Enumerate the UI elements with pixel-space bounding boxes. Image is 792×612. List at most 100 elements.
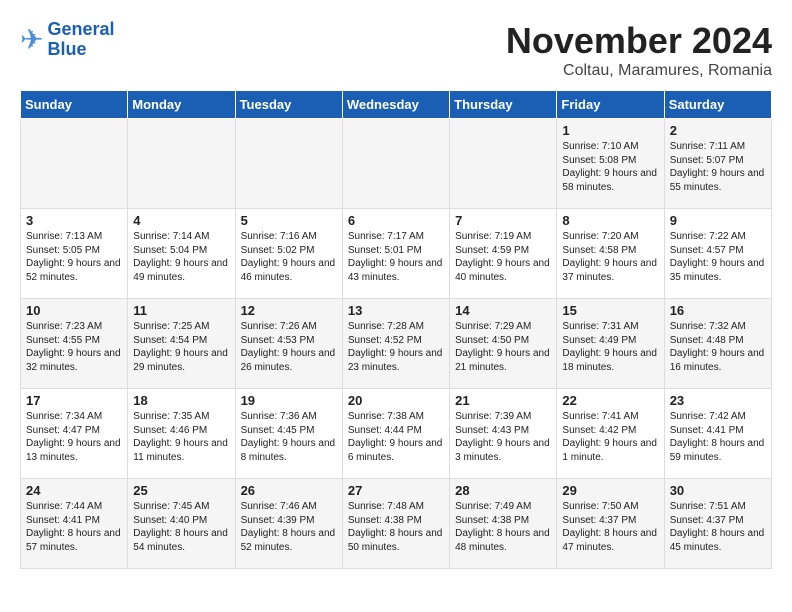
cell-info: Sunrise: 7:48 AMSunset: 4:38 PMDaylight:… [348,500,444,554]
calendar-cell: 25 Sunrise: 7:45 AMSunset: 4:40 PMDayligh… [128,479,235,569]
calendar-table: SundayMondayTuesdayWednesdayThursdayFrid… [20,90,772,569]
cell-info: Sunrise: 7:25 AMSunset: 4:54 PMDaylight:… [133,320,229,374]
calendar-cell: 23Sunrise: 7:42 AMSunset: 4:41 PMDayligh… [664,389,771,479]
logo: ✈ General Blue [20,20,115,60]
calendar-cell: 16Sunrise: 7:32 AMSunset: 4:48 PMDayligh… [664,299,771,389]
cell-info: Sunrise: 7:42 AMSunset: 4:41 PMDaylight:… [670,410,766,464]
week-row-2: 3 Sunrise: 7:13 AMSunset: 5:05 PMDaylight… [21,209,772,299]
week-row-4: 17 Sunrise: 7:34 AMSunset: 4:47 PMDayligh… [21,389,772,479]
cell-info: Sunrise: 7:50 AMSunset: 4:37 PMDaylight:… [562,500,658,554]
calendar-cell: 29 Sunrise: 7:50 AMSunset: 4:37 PMDayligh… [557,479,664,569]
day-number: 17 [26,393,122,408]
day-number: 11 [133,303,229,318]
cell-info: Sunrise: 7:41 AMSunset: 4:42 PMDaylight:… [562,410,658,464]
logo-bird-icon: ✈ [20,23,43,56]
calendar-cell: 6 Sunrise: 7:17 AMSunset: 5:01 PMDaylight… [342,209,449,299]
calendar-cell: 28Sunrise: 7:49 AMSunset: 4:38 PMDayligh… [450,479,557,569]
header-cell-friday: Friday [557,91,664,119]
month-title: November 2024 [506,20,772,62]
cell-info: Sunrise: 7:20 AMSunset: 4:58 PMDaylight:… [562,230,658,284]
calendar-cell: 3 Sunrise: 7:13 AMSunset: 5:05 PMDaylight… [21,209,128,299]
cell-info: Sunrise: 7:34 AMSunset: 4:47 PMDaylight:… [26,410,122,464]
subtitle: Coltau, Maramures, Romania [506,62,772,80]
calendar-cell: 1 Sunrise: 7:10 AMSunset: 5:08 PMDaylight… [557,119,664,209]
calendar-cell: 10 Sunrise: 7:23 AMSunset: 4:55 PMDayligh… [21,299,128,389]
calendar-cell: 15 Sunrise: 7:31 AMSunset: 4:49 PMDayligh… [557,299,664,389]
header-cell-wednesday: Wednesday [342,91,449,119]
day-number: 16 [670,303,766,318]
header-cell-thursday: Thursday [450,91,557,119]
calendar-cell: 7Sunrise: 7:19 AMSunset: 4:59 PMDaylight… [450,209,557,299]
cell-info: Sunrise: 7:14 AMSunset: 5:04 PMDaylight:… [133,230,229,284]
logo-text: General Blue [47,20,114,60]
cell-info: Sunrise: 7:39 AMSunset: 4:43 PMDaylight:… [455,410,551,464]
day-number: 28 [455,483,551,498]
cell-info: Sunrise: 7:11 AMSunset: 5:07 PMDaylight:… [670,140,766,194]
calendar-cell: 11 Sunrise: 7:25 AMSunset: 4:54 PMDayligh… [128,299,235,389]
calendar-cell: 14 Sunrise: 7:29 AMSunset: 4:50 PMDayligh… [450,299,557,389]
cell-info: Sunrise: 7:10 AMSunset: 5:08 PMDaylight:… [562,140,658,194]
calendar-cell: 26Sunrise: 7:46 AMSunset: 4:39 PMDayligh… [235,479,342,569]
day-number: 1 [562,123,658,138]
cell-info: Sunrise: 7:26 AMSunset: 4:53 PMDaylight:… [241,320,337,374]
calendar-cell: 30Sunrise: 7:51 AMSunset: 4:37 PMDayligh… [664,479,771,569]
calendar-cell: 19Sunrise: 7:36 AMSunset: 4:45 PMDayligh… [235,389,342,479]
calendar-cell: 13Sunrise: 7:28 AMSunset: 4:52 PMDayligh… [342,299,449,389]
header-cell-monday: Monday [128,91,235,119]
cell-info: Sunrise: 7:23 AMSunset: 4:55 PMDaylight:… [26,320,122,374]
day-number: 10 [26,303,122,318]
day-number: 6 [348,213,444,228]
header-cell-sunday: Sunday [21,91,128,119]
cell-info: Sunrise: 7:31 AMSunset: 4:49 PMDaylight:… [562,320,658,374]
calendar-cell: 27 Sunrise: 7:48 AMSunset: 4:38 PMDayligh… [342,479,449,569]
calendar-cell: 22Sunrise: 7:41 AMSunset: 4:42 PMDayligh… [557,389,664,479]
cell-info: Sunrise: 7:16 AMSunset: 5:02 PMDaylight:… [241,230,337,284]
day-number: 15 [562,303,658,318]
day-number: 4 [133,213,229,228]
week-row-3: 10 Sunrise: 7:23 AMSunset: 4:55 PMDayligh… [21,299,772,389]
logo-line2: Blue [47,39,86,59]
cell-info: Sunrise: 7:17 AMSunset: 5:01 PMDaylight:… [348,230,444,284]
day-number: 29 [562,483,658,498]
day-number: 30 [670,483,766,498]
header-row: SundayMondayTuesdayWednesdayThursdayFrid… [21,91,772,119]
day-number: 5 [241,213,337,228]
cell-info: Sunrise: 7:45 AMSunset: 4:40 PMDaylight:… [133,500,229,554]
cell-info: Sunrise: 7:44 AMSunset: 4:41 PMDaylight:… [26,500,122,554]
calendar-cell [235,119,342,209]
header-cell-saturday: Saturday [664,91,771,119]
calendar-cell [128,119,235,209]
title-section: November 2024 Coltau, Maramures, Romania [506,20,772,80]
cell-info: Sunrise: 7:13 AMSunset: 5:05 PMDaylight:… [26,230,122,284]
cell-info: Sunrise: 7:35 AMSunset: 4:46 PMDaylight:… [133,410,229,464]
logo-line1: General [47,19,114,39]
day-number: 19 [241,393,337,408]
calendar-cell: 17 Sunrise: 7:34 AMSunset: 4:47 PMDayligh… [21,389,128,479]
day-number: 25 [133,483,229,498]
day-number: 20 [348,393,444,408]
day-number: 27 [348,483,444,498]
week-row-5: 24 Sunrise: 7:44 AMSunset: 4:41 PMDayligh… [21,479,772,569]
calendar-cell: 12Sunrise: 7:26 AMSunset: 4:53 PMDayligh… [235,299,342,389]
cell-info: Sunrise: 7:38 AMSunset: 4:44 PMDaylight:… [348,410,444,464]
day-number: 8 [562,213,658,228]
calendar-cell [342,119,449,209]
calendar-cell [21,119,128,209]
day-number: 24 [26,483,122,498]
cell-info: Sunrise: 7:19 AMSunset: 4:59 PMDaylight:… [455,230,551,284]
calendar-cell: 18Sunrise: 7:35 AMSunset: 4:46 PMDayligh… [128,389,235,479]
header-cell-tuesday: Tuesday [235,91,342,119]
calendar-cell: 20 Sunrise: 7:38 AMSunset: 4:44 PMDayligh… [342,389,449,479]
calendar-cell: 8 Sunrise: 7:20 AMSunset: 4:58 PMDaylight… [557,209,664,299]
day-number: 13 [348,303,444,318]
calendar-cell [450,119,557,209]
day-number: 3 [26,213,122,228]
week-row-1: 1 Sunrise: 7:10 AMSunset: 5:08 PMDaylight… [21,119,772,209]
day-number: 14 [455,303,551,318]
cell-info: Sunrise: 7:46 AMSunset: 4:39 PMDaylight:… [241,500,337,554]
calendar-cell: 9Sunrise: 7:22 AMSunset: 4:57 PMDaylight… [664,209,771,299]
calendar-cell: 5 Sunrise: 7:16 AMSunset: 5:02 PMDaylight… [235,209,342,299]
day-number: 2 [670,123,766,138]
calendar-cell: 2 Sunrise: 7:11 AMSunset: 5:07 PMDaylight… [664,119,771,209]
cell-info: Sunrise: 7:29 AMSunset: 4:50 PMDaylight:… [455,320,551,374]
